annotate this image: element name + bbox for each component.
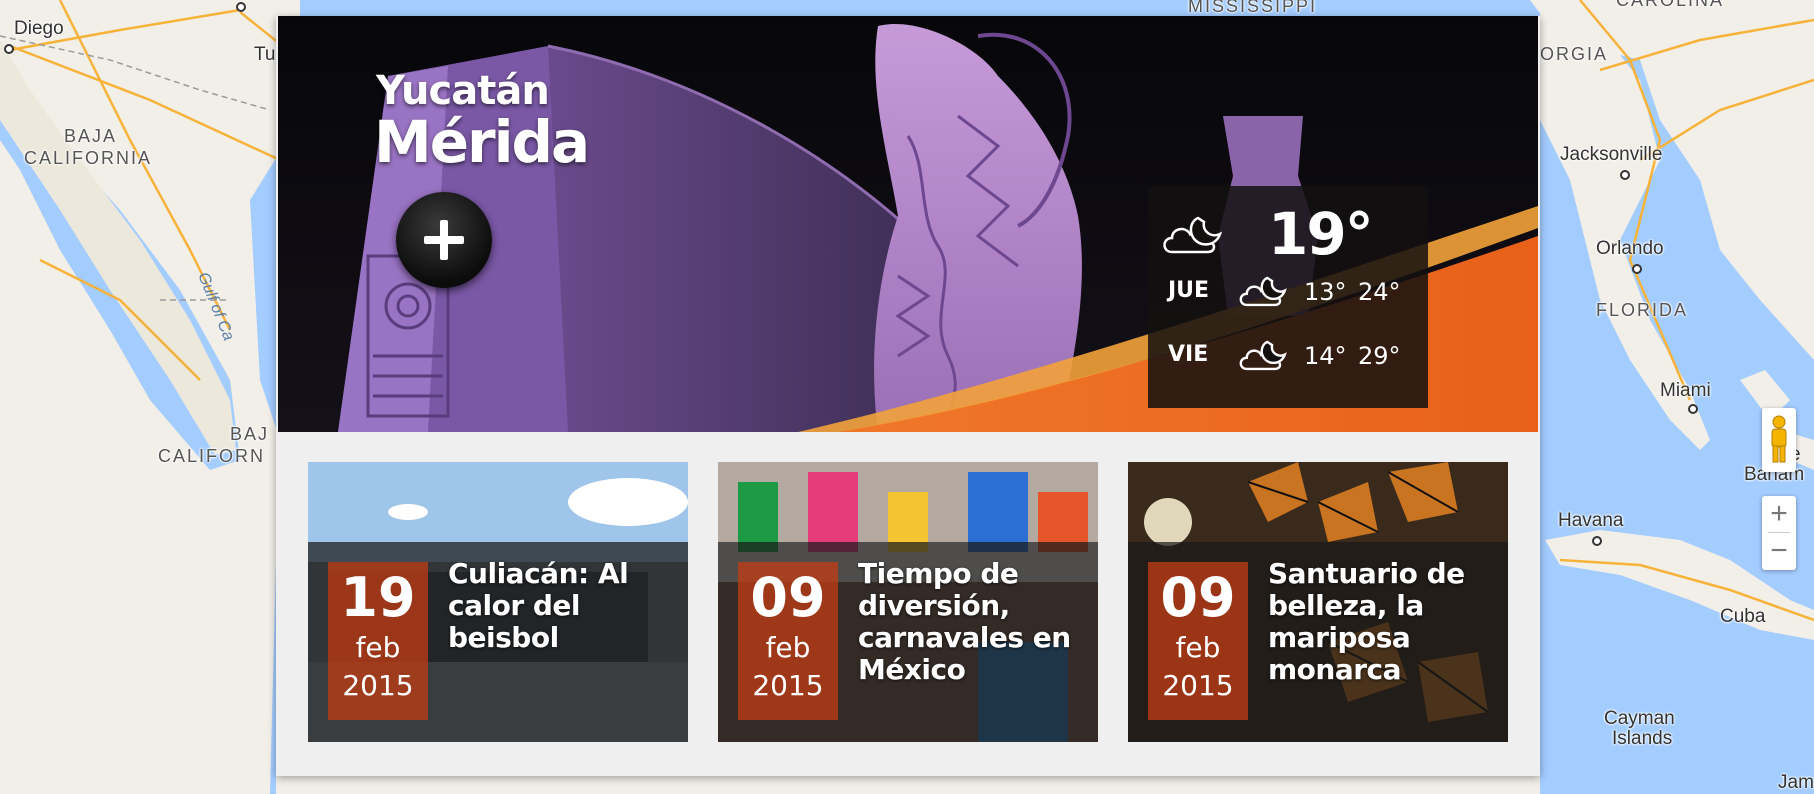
map-label-havana: Havana <box>1558 510 1624 531</box>
map-label-jacksonville: Jacksonville <box>1560 144 1663 165</box>
date-month: feb <box>1175 631 1221 664</box>
date-year: 2015 <box>342 669 414 702</box>
moon-cloud-icon <box>1163 216 1222 254</box>
plus-icon <box>424 220 464 260</box>
zoom-control: + − <box>1762 496 1796 570</box>
forecast-high: 24° <box>1358 278 1401 306</box>
map-label-georgia: ORGIA <box>1540 44 1609 64</box>
city-marker <box>1620 170 1630 180</box>
date-badge: 09 feb 2015 <box>1148 562 1248 720</box>
card-title[interactable]: Culiacán: Al calor del beisbol <box>448 558 678 654</box>
map-label-miami: Miami <box>1660 380 1711 401</box>
forecast-day: VIE <box>1168 342 1209 367</box>
city-marker <box>1632 264 1642 274</box>
news-card[interactable]: 19 feb 2015 Culiacán: Al calor del beisb… <box>308 462 688 742</box>
map-label-california-sur: CALIFORN <box>158 446 266 466</box>
date-month: feb <box>765 631 811 664</box>
news-card[interactable]: 09 feb 2015 Santuario de belleza, la mar… <box>1128 462 1508 742</box>
map-label-baja-sur: BAJ <box>230 424 270 444</box>
map-label-tu: Tu <box>254 44 276 65</box>
date-year: 2015 <box>1162 669 1234 702</box>
weather-widget: 19° JUE 13° 24° VIE 14° 29° <box>1148 186 1428 408</box>
card-title[interactable]: Santuario de belleza, la mariposa monarc… <box>1268 558 1498 686</box>
date-badge: 19 feb 2015 <box>328 562 428 720</box>
map-label-california: CALIFORNIA <box>24 148 153 168</box>
map-label-cayman: Cayman <box>1604 708 1675 729</box>
map-label-islands: Islands <box>1612 728 1673 749</box>
zoom-out-button[interactable]: − <box>1762 533 1796 569</box>
date-year: 2015 <box>752 669 824 702</box>
destination-panel: Yucatán Mérida 19° JUE 13° 24° VIE 14° 2… <box>276 16 1540 776</box>
forecast-row: JUE 13° 24° <box>1168 270 1418 310</box>
moon-cloud-icon <box>1239 276 1287 307</box>
forecast-row: VIE 14° 29° <box>1168 334 1418 374</box>
map-label-diego: Diego <box>14 18 64 39</box>
date-month: feb <box>355 631 401 664</box>
map-label-orlando: Orlando <box>1596 238 1664 259</box>
city-marker <box>1592 536 1602 546</box>
hero-city-name: Mérida <box>374 108 590 176</box>
city-marker <box>4 44 14 54</box>
street-view-pegman-icon[interactable] <box>1762 408 1796 472</box>
zoom-in-button[interactable]: + <box>1762 496 1796 532</box>
map-label-florida: FLORIDA <box>1596 300 1689 320</box>
date-day: 09 <box>750 566 826 629</box>
map-label-carolina: CAROLINA <box>1616 0 1725 10</box>
current-temperature: 19° <box>1268 200 1374 268</box>
city-marker <box>1688 404 1698 414</box>
map-label-baja: BAJA <box>64 126 118 146</box>
more-info-button[interactable] <box>396 192 492 288</box>
moon-cloud-icon <box>1239 340 1287 371</box>
forecast-low: 13° <box>1304 278 1347 306</box>
news-card[interactable]: 09 feb 2015 Tiempo de diversión, carnava… <box>718 462 1098 742</box>
map-label-jamaica: Jam <box>1778 772 1814 793</box>
forecast-low: 14° <box>1304 342 1347 370</box>
date-day: 09 <box>1160 566 1236 629</box>
map-label-mississippi: MISSISSIPPI <box>1188 0 1318 16</box>
forecast-high: 29° <box>1358 342 1401 370</box>
date-day: 19 <box>340 566 416 629</box>
date-badge: 09 feb 2015 <box>738 562 838 720</box>
forecast-day: JUE <box>1168 278 1210 303</box>
city-marker <box>236 2 246 12</box>
hero-banner[interactable]: Yucatán Mérida 19° JUE 13° 24° VIE 14° 2… <box>278 16 1538 432</box>
card-title[interactable]: Tiempo de diversión, carnavales en Méxic… <box>858 558 1088 686</box>
map-label-cuba: Cuba <box>1720 606 1766 627</box>
